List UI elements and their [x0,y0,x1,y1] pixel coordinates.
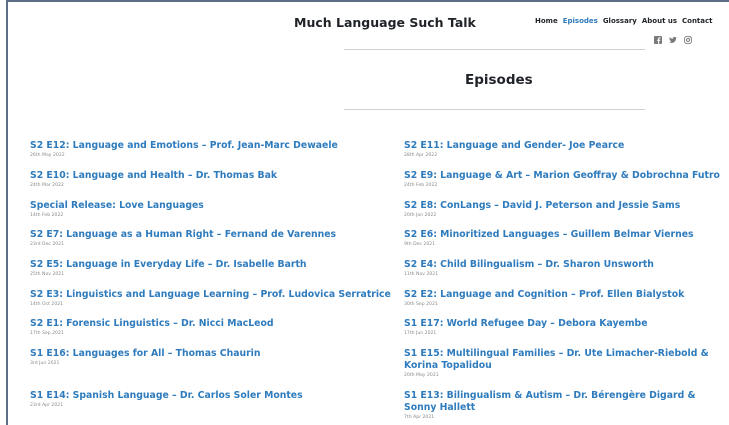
episode-title-link[interactable]: S1 E16: Languages for All – Thomas Chaur… [30,348,260,360]
episode-item: S2 E5: Language in Everyday Life – Dr. I… [30,259,307,278]
episode-item: S1 E15: Multilingual Families – Dr. Ute … [404,348,709,379]
episode-date: 26th May 2022 [30,153,65,158]
episode-item: S2 E11: Language and Gender- Joe Pearce … [404,140,624,159]
episode-date: 28th Apr 2022 [404,153,438,158]
episode-date: 3rd Jun 2021 [30,361,60,366]
episode-title-link[interactable]: S1 E15: Multilingual Families – Dr. Ute … [404,348,709,360]
instagram-icon[interactable] [684,29,692,44]
episode-item: S2 E12: Language and Emotions – Prof. Je… [30,140,338,159]
episode-title-link[interactable]: S2 E3: Linguistics and Language Learning… [30,289,391,301]
episode-item: S1 E14: Spanish Language – Dr. Carlos So… [30,390,303,409]
episode-title-link[interactable]: S2 E1: Forensic Linguistics – Dr. Nicci … [30,318,274,330]
nav-contact[interactable]: Contact [682,17,713,25]
episode-title-link[interactable]: S2 E8: ConLangs – David J. Peterson and … [404,200,680,212]
episode-date: 17th Jun 2021 [404,331,437,336]
site-title[interactable]: Much Language Such Talk [294,15,476,30]
episode-date: 20th May 2021 [404,373,439,378]
page-frame-top [6,0,729,2]
nav-home[interactable]: Home [535,17,558,25]
divider-bottom [344,109,645,110]
episode-title-link[interactable]: S2 E6: Minoritized Languages – Guillem B… [404,229,694,241]
episode-date: 20th Jan 2022 [404,213,437,218]
episode-title-link[interactable]: Special Release: Love Languages [30,200,204,212]
episode-title-link-line2[interactable]: Korina Topalidou [404,360,709,372]
episode-title-link[interactable]: S2 E9: Language & Art – Marion Geoffray … [404,170,720,182]
episode-item: S2 E3: Linguistics and Language Learning… [30,289,391,308]
episode-date: 30th Sep 2021 [404,302,438,307]
episode-title-link[interactable]: S1 E13: Bilingualism & Autism – Dr. Bére… [404,390,696,402]
episode-title-link[interactable]: S2 E11: Language and Gender- Joe Pearce [404,140,624,152]
episode-title-link[interactable]: S2 E4: Child Bilingualism – Dr. Sharon U… [404,259,654,271]
episode-item: Special Release: Love Languages 14th Feb… [30,200,204,219]
episode-date: 24th Feb 2022 [404,183,438,188]
episode-date: 23rd Dec 2021 [30,242,65,247]
episode-date: 17th Sep 2021 [30,331,64,336]
episode-item: S2 E6: Minoritized Languages – Guillem B… [404,229,694,248]
episode-item: S2 E4: Child Bilingualism – Dr. Sharon U… [404,259,654,278]
episode-title-link[interactable]: S2 E2: Language and Cognition – Prof. El… [404,289,684,301]
episode-date: 7th Apr 2021 [404,415,435,420]
page-frame-left [6,0,8,425]
episode-date: 14th Oct 2021 [30,302,64,307]
main-nav: Home Episodes Glossary About us Contact [535,17,713,25]
episode-item: S2 E7: Language as a Human Right – Ferna… [30,229,336,248]
episode-title-link[interactable]: S2 E7: Language as a Human Right – Ferna… [30,229,336,241]
page-title: Episodes [465,72,533,88]
episode-item: S2 E8: ConLangs – David J. Peterson and … [404,200,680,219]
episode-date: 14th Feb 2022 [30,213,64,218]
episode-title-link[interactable]: S2 E5: Language in Everyday Life – Dr. I… [30,259,307,271]
episode-title-link-line2[interactable]: Sonny Hallett [404,402,696,414]
episode-date: 9th Dec 2021 [404,242,436,247]
episode-item: S2 E1: Forensic Linguistics – Dr. Nicci … [30,318,274,337]
episode-item: S1 E16: Languages for All – Thomas Chaur… [30,348,260,367]
divider-top [344,49,645,50]
episode-date: 25th Nov 2021 [30,272,65,277]
episode-title-link[interactable]: S1 E14: Spanish Language – Dr. Carlos So… [30,390,303,402]
episode-title-link[interactable]: S2 E12: Language and Emotions – Prof. Je… [30,140,338,152]
episode-item: S1 E17: World Refugee Day – Debora Kayem… [404,318,648,337]
facebook-icon[interactable] [654,29,662,44]
nav-glossary[interactable]: Glossary [603,17,637,25]
episode-date: 24th Mar 2022 [30,183,64,188]
episode-item: S1 E13: Bilingualism & Autism – Dr. Bére… [404,390,696,421]
nav-episodes[interactable]: Episodes [563,17,598,25]
episode-item: S2 E10: Language and Health – Dr. Thomas… [30,170,277,189]
episode-title-link[interactable]: S2 E10: Language and Health – Dr. Thomas… [30,170,277,182]
episode-item: S2 E2: Language and Cognition – Prof. El… [404,289,684,308]
episode-date: 11th Nov 2021 [404,272,439,277]
episode-title-link[interactable]: S1 E17: World Refugee Day – Debora Kayem… [404,318,648,330]
twitter-icon[interactable] [669,29,677,44]
episode-item: S2 E9: Language & Art – Marion Geoffray … [404,170,720,189]
nav-about-us[interactable]: About us [642,17,677,25]
episode-date: 23rd Apr 2021 [30,403,64,408]
social-links [654,29,692,44]
